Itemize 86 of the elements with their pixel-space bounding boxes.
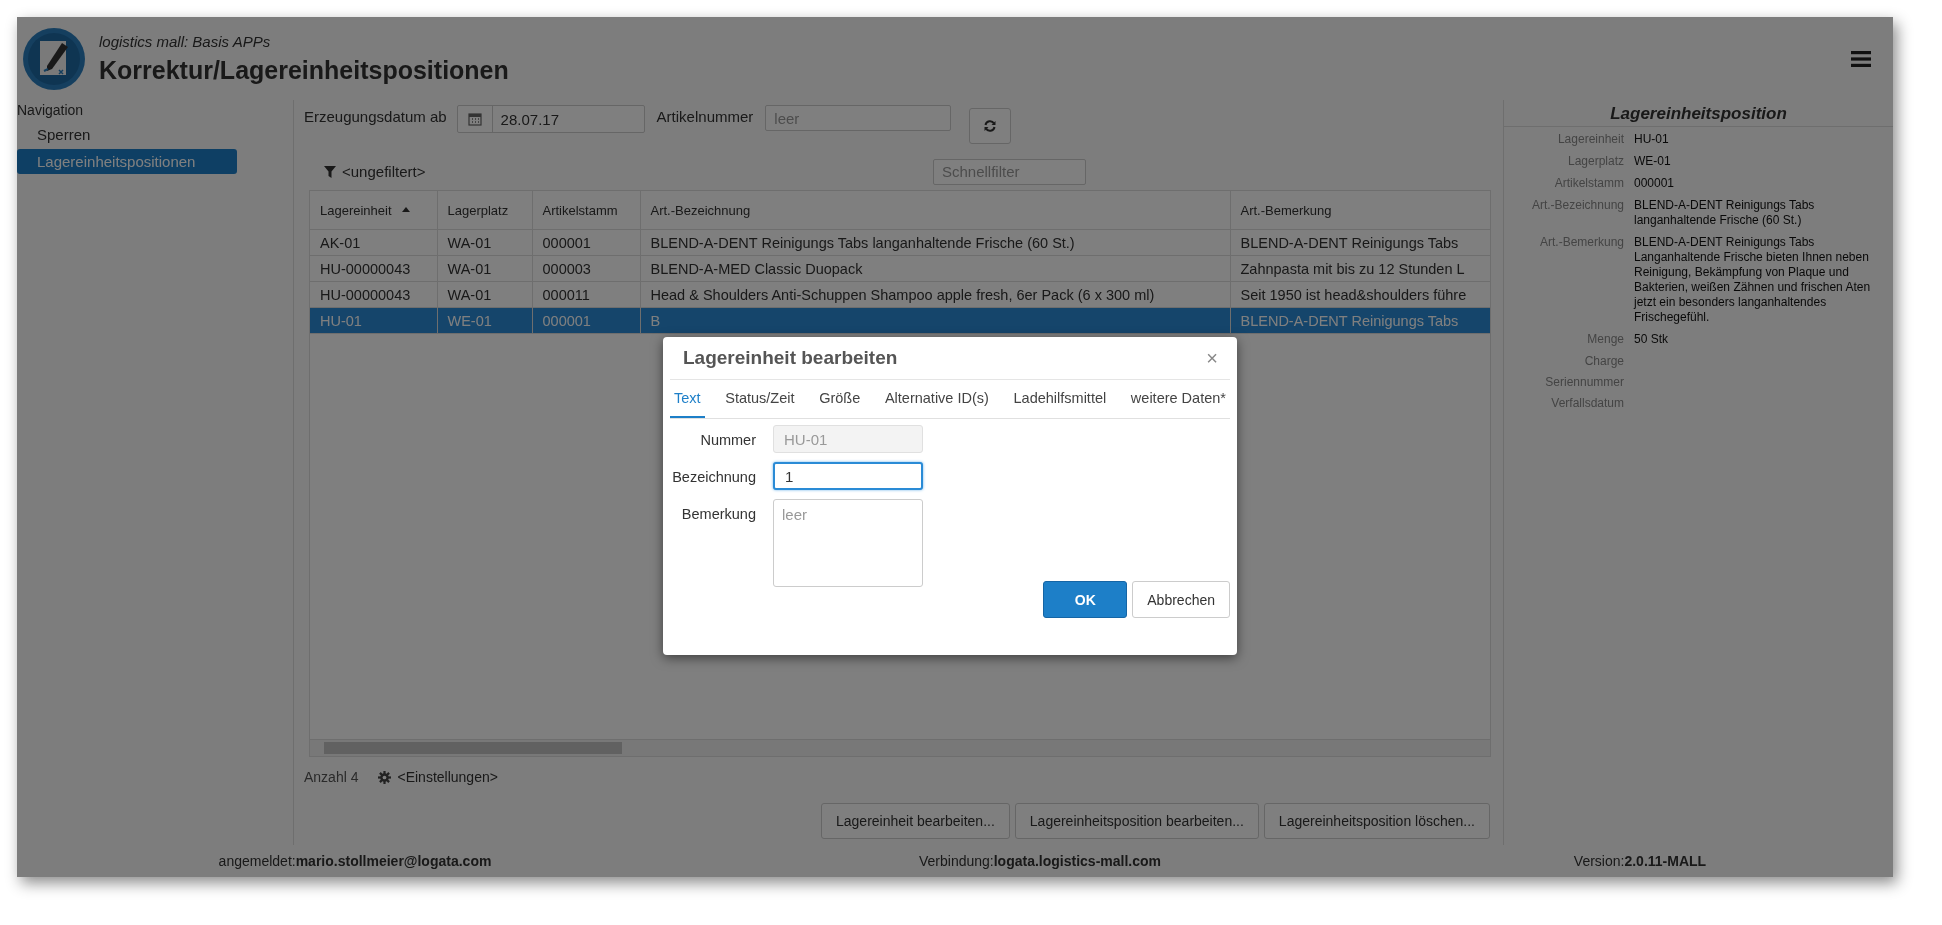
ok-button[interactable]: OK bbox=[1043, 581, 1128, 618]
row-count: Anzahl 4 bbox=[304, 769, 359, 785]
menu-icon[interactable] bbox=[1851, 50, 1871, 67]
connection-info: Verbindung:logata.logistics-mall.com bbox=[919, 853, 1161, 869]
navigation-item[interactable]: Sperren bbox=[17, 122, 237, 147]
table-cell: HU-01 bbox=[310, 307, 437, 334]
dialog-tab[interactable]: Text bbox=[670, 380, 705, 418]
table-cell: B bbox=[640, 307, 1230, 334]
table-cell: HU-00000043 bbox=[310, 281, 437, 308]
table-cell: Seit 1950 ist head&shoulders führe bbox=[1230, 281, 1490, 308]
field-label: Menge bbox=[1586, 332, 1624, 347]
field-value: BLEND-A-DENT Reinigungs Tabs Langanhaltende Frische bieten Ihnen neben Reinigung, Bekämpfung von Plaque und Bakterien, weißen Zähnen und frischen Aten jetzt ein besonders langanhaltendes Frischegefühl. bbox=[1634, 235, 1872, 325]
logged-in-user: angemeldet:mario.stollmeier@logata.com bbox=[218, 853, 492, 869]
page-title: Korrektur/Lagereinheitspositionen bbox=[99, 55, 510, 85]
table-cell: Zahnpasta mit bis zu 12 Stunden L bbox=[1230, 255, 1490, 282]
table-cell: WA-01 bbox=[437, 255, 532, 282]
field-value: 000001 bbox=[1634, 176, 1676, 191]
field-label: Art.-Bezeichnung bbox=[1530, 198, 1624, 214]
form-label: Nummer bbox=[699, 431, 756, 448]
details-title: Lagereinheitsposition bbox=[1504, 100, 1893, 127]
column-header[interactable]: Art.-Bezeichnung bbox=[640, 191, 1230, 230]
column-header[interactable]: Lagereinheit bbox=[310, 191, 437, 230]
settings-link[interactable]: <Einstellungen> bbox=[397, 769, 498, 785]
table-cell: HU-00000043 bbox=[310, 255, 437, 282]
field-value: 50 Stk bbox=[1634, 332, 1670, 347]
table-cell: BLEND-A-DENT Reinigungs Tabs bbox=[1230, 307, 1490, 334]
field-label: Verfallsdatum bbox=[1550, 396, 1624, 410]
sort-ascending-icon bbox=[401, 206, 410, 212]
table-cell: 000001 bbox=[532, 229, 640, 256]
form-label: Bezeichnung bbox=[671, 468, 756, 485]
close-button[interactable]: × bbox=[1206, 346, 1218, 370]
navigation-heading: Navigation bbox=[17, 102, 85, 118]
column-header[interactable]: Artikelstamm bbox=[532, 191, 640, 230]
action-button[interactable]: Lagereinheitsposition bearbeiten... bbox=[1014, 803, 1259, 839]
table-row[interactable]: HU-01 WE-01 000001 B BLEND-A-DENT Reinigungs Tabs bbox=[310, 307, 1490, 334]
field-label: Seriennummer bbox=[1544, 375, 1624, 389]
article-number-label: Artikelnummer bbox=[656, 107, 754, 125]
cancel-button[interactable]: Abbrechen bbox=[1132, 581, 1230, 618]
table-cell: BLEND-A-MED Classic Duopack bbox=[640, 255, 1230, 282]
input-field[interactable]: 1 bbox=[773, 462, 923, 490]
table-cell: 000011 bbox=[532, 281, 640, 308]
dialog-tab[interactable]: Größe bbox=[815, 380, 865, 418]
settings-icon bbox=[378, 770, 392, 784]
dialog-tab[interactable]: weitere Daten* bbox=[1126, 380, 1230, 418]
table-cell: WA-01 bbox=[437, 229, 532, 256]
filter-icon bbox=[324, 165, 336, 178]
version-info: Version:2.0.11-MALL bbox=[1573, 853, 1707, 869]
column-header[interactable]: Art.-Bemerkung bbox=[1230, 191, 1490, 230]
table-cell: BLEND-A-DENT Reinigungs Tabs bbox=[1230, 229, 1490, 256]
field-value: BLEND-A-DENT Reinigungs Tabs langanhaltende Frische (60 St.) bbox=[1634, 198, 1816, 228]
table-cell: AK-01 bbox=[310, 229, 437, 256]
table-cell: 000001 bbox=[532, 307, 640, 334]
refresh-button[interactable] bbox=[969, 108, 1012, 144]
action-button[interactable]: Lagereinheit bearbeiten... bbox=[821, 803, 1010, 839]
table-row[interactable]: AK-01 WA-01 000001 BLEND-A-DENT Reinigungs Tabs langanhaltende Frische (60 St.) BLEND-A-DENT Reinigungs Tabs bbox=[310, 229, 1490, 256]
table-cell: WE-01 bbox=[437, 307, 532, 334]
field-value: HU-01 bbox=[1634, 132, 1670, 147]
column-header[interactable]: Lagerplatz bbox=[437, 191, 532, 230]
field-label: Lagerplatz bbox=[1566, 154, 1624, 169]
field-label: Lagereinheit bbox=[1556, 132, 1624, 147]
dialog-tab[interactable]: Alternative ID(s) bbox=[880, 380, 993, 418]
refresh-icon bbox=[983, 119, 998, 133]
action-button[interactable]: Lagereinheitsposition löschen... bbox=[1263, 803, 1490, 839]
form-label: Bemerkung bbox=[680, 505, 756, 522]
filter-status[interactable]: <ungefiltert> bbox=[342, 163, 426, 180]
calendar-icon bbox=[467, 112, 482, 126]
dialog-tab[interactable]: Ladehilfsmittel bbox=[1009, 380, 1111, 418]
date-field[interactable]: 28.07.17 bbox=[456, 105, 645, 133]
field-label: Charge bbox=[1583, 354, 1624, 368]
table-cell: BLEND-A-DENT Reinigungs Tabs langanhaltende Frische (60 St.) bbox=[640, 229, 1230, 256]
dialog-title: Lagereinheit bearbeiten bbox=[683, 347, 899, 369]
app-subtitle: logistics mall: Basis APPs bbox=[99, 32, 272, 50]
navigation-item[interactable]: Lagereinheitspositionen bbox=[17, 149, 237, 174]
field-value: WE-01 bbox=[1634, 154, 1672, 169]
table-cell: Head & Shoulders Anti-Schuppen Shampoo apple fresh, 6er Pack (6 x 300 ml) bbox=[640, 281, 1230, 308]
table-cell: WA-01 bbox=[437, 281, 532, 308]
field-label: Art.-Bemerkung bbox=[1538, 235, 1624, 251]
field-label: Artikelstamm bbox=[1553, 176, 1624, 191]
app-logo-icon bbox=[22, 26, 86, 91]
table-row[interactable]: HU-00000043 WA-01 000003 BLEND-A-MED Classic Duopack Zahnpasta mit bis zu 12 Stunden L bbox=[310, 255, 1490, 282]
table-row[interactable]: HU-00000043 WA-01 000011 Head & Shoulders Anti-Schuppen Shampoo apple fresh, 6er Pack (6 x 300 ml) Seit 1950 ist head&shoulders führe bbox=[310, 281, 1490, 308]
date-label: Erzeugungsdatum ab bbox=[304, 107, 447, 125]
dialog-tab[interactable]: Status/Zeit bbox=[721, 380, 799, 418]
text-area[interactable]: leer bbox=[773, 499, 923, 587]
table-cell: 000003 bbox=[532, 255, 640, 282]
horizontal-scrollbar[interactable] bbox=[310, 739, 1490, 756]
